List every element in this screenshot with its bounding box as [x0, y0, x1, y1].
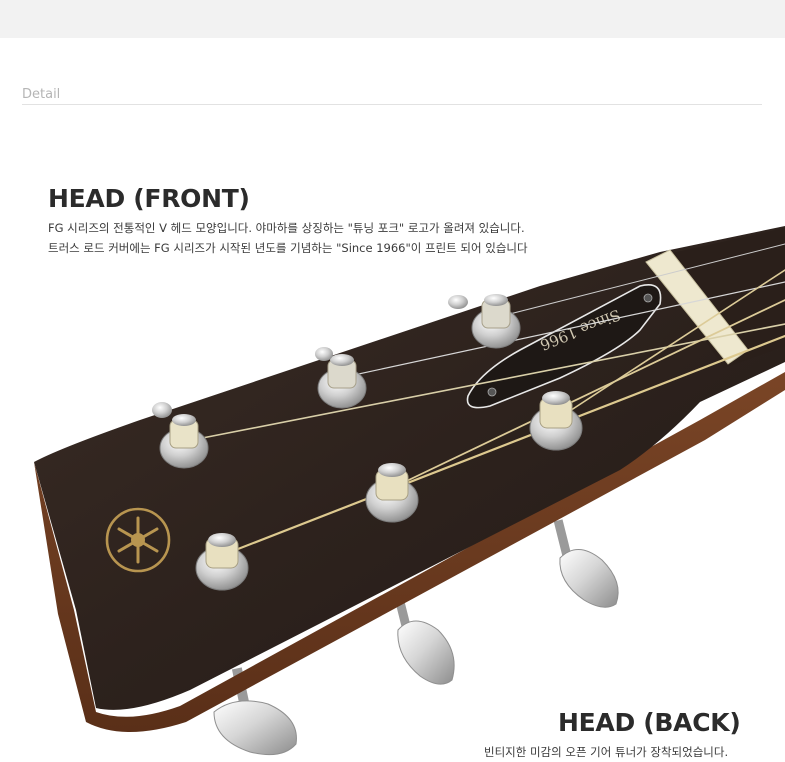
- head-front-description-line2: 트러스 로드 커버에는 FG 시리즈가 시작된 년도를 기념하는 "Since …: [48, 241, 528, 255]
- section-label: Detail: [22, 87, 61, 102]
- guitar-headstock-photo: Since 1966: [34, 226, 785, 756]
- section-divider: [22, 104, 762, 105]
- head-back-description: 빈티지한 미감의 오픈 기어 튜너가 장착되었습니다.: [484, 745, 729, 759]
- head-front-title: HEAD (FRONT): [48, 184, 250, 213]
- head-front-description-line1: FG 시리즈의 전통적인 V 헤드 모양입니다. 야마하를 상징하는 "튜닝 포…: [48, 221, 525, 235]
- top-band: [0, 0, 785, 38]
- head-back-title: HEAD (BACK): [558, 708, 741, 737]
